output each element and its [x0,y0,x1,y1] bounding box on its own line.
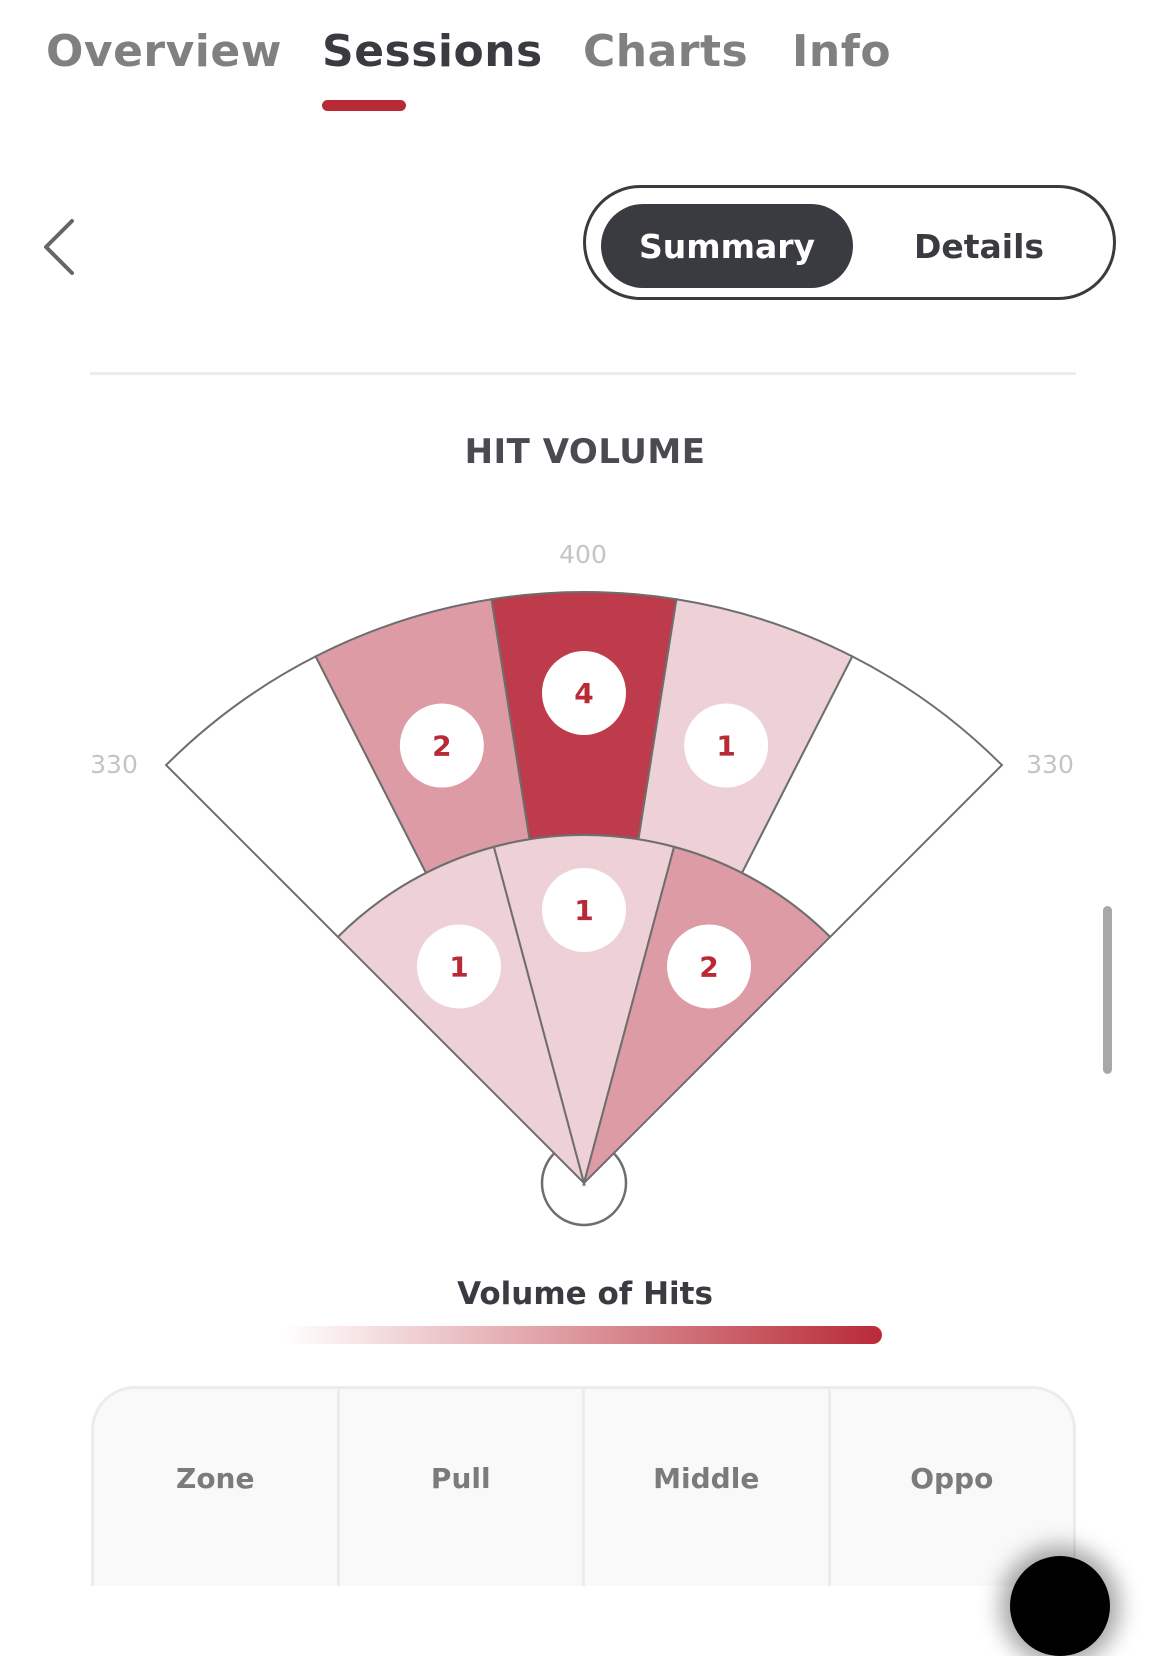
details-toggle-button[interactable]: Details [854,204,1104,288]
infield-count-badge: 1 [417,924,501,1009]
scrollbar[interactable] [1103,906,1112,1074]
table-header-oppo: Oppo [910,1462,994,1495]
tab-overview[interactable]: Overview [46,26,282,77]
infield-count-badge: 2 [667,924,751,1009]
outfield-count-badge: 2 [399,703,484,788]
table-header-zone: Zone [94,1389,340,1586]
zone-table: Zone Pull Middle Oppo [91,1386,1076,1586]
back-button[interactable] [38,212,88,282]
count-label: 1 [449,950,468,983]
infield-count-badge: 1 [542,868,626,952]
tab-charts[interactable]: Charts [583,26,748,77]
floating-action-button[interactable] [1010,1556,1110,1656]
table-header-middle: Middle [585,1389,831,1586]
tab-sessions[interactable]: Sessions [322,26,543,77]
summary-toggle-button[interactable]: Summary [601,204,853,288]
spray-chart: 2 4 1 1 1 2 400 330 330 [90,540,1074,1227]
count-label: 1 [574,894,593,927]
outfield-count-badge: 1 [684,703,769,788]
table-header-pull: Pull [340,1389,585,1586]
count-label: 4 [574,677,593,710]
right-field-distance-label: 330 [1026,750,1074,779]
outfield-count-badge: 4 [542,651,626,735]
chevron-left-icon [44,219,74,275]
section-divider [90,372,1076,375]
count-label: 2 [432,730,451,763]
tab-info[interactable]: Info [792,26,891,77]
center-field-distance-label: 400 [559,540,607,569]
count-label: 2 [699,950,718,983]
view-toggle: Summary Details [583,185,1116,300]
active-tab-indicator [322,100,406,111]
left-field-distance-label: 330 [90,750,138,779]
count-label: 1 [716,730,735,763]
chart-title: HIT VOLUME [464,432,706,472]
legend-title: Volume of Hits [457,1276,713,1312]
volume-gradient-bar [284,1326,882,1344]
